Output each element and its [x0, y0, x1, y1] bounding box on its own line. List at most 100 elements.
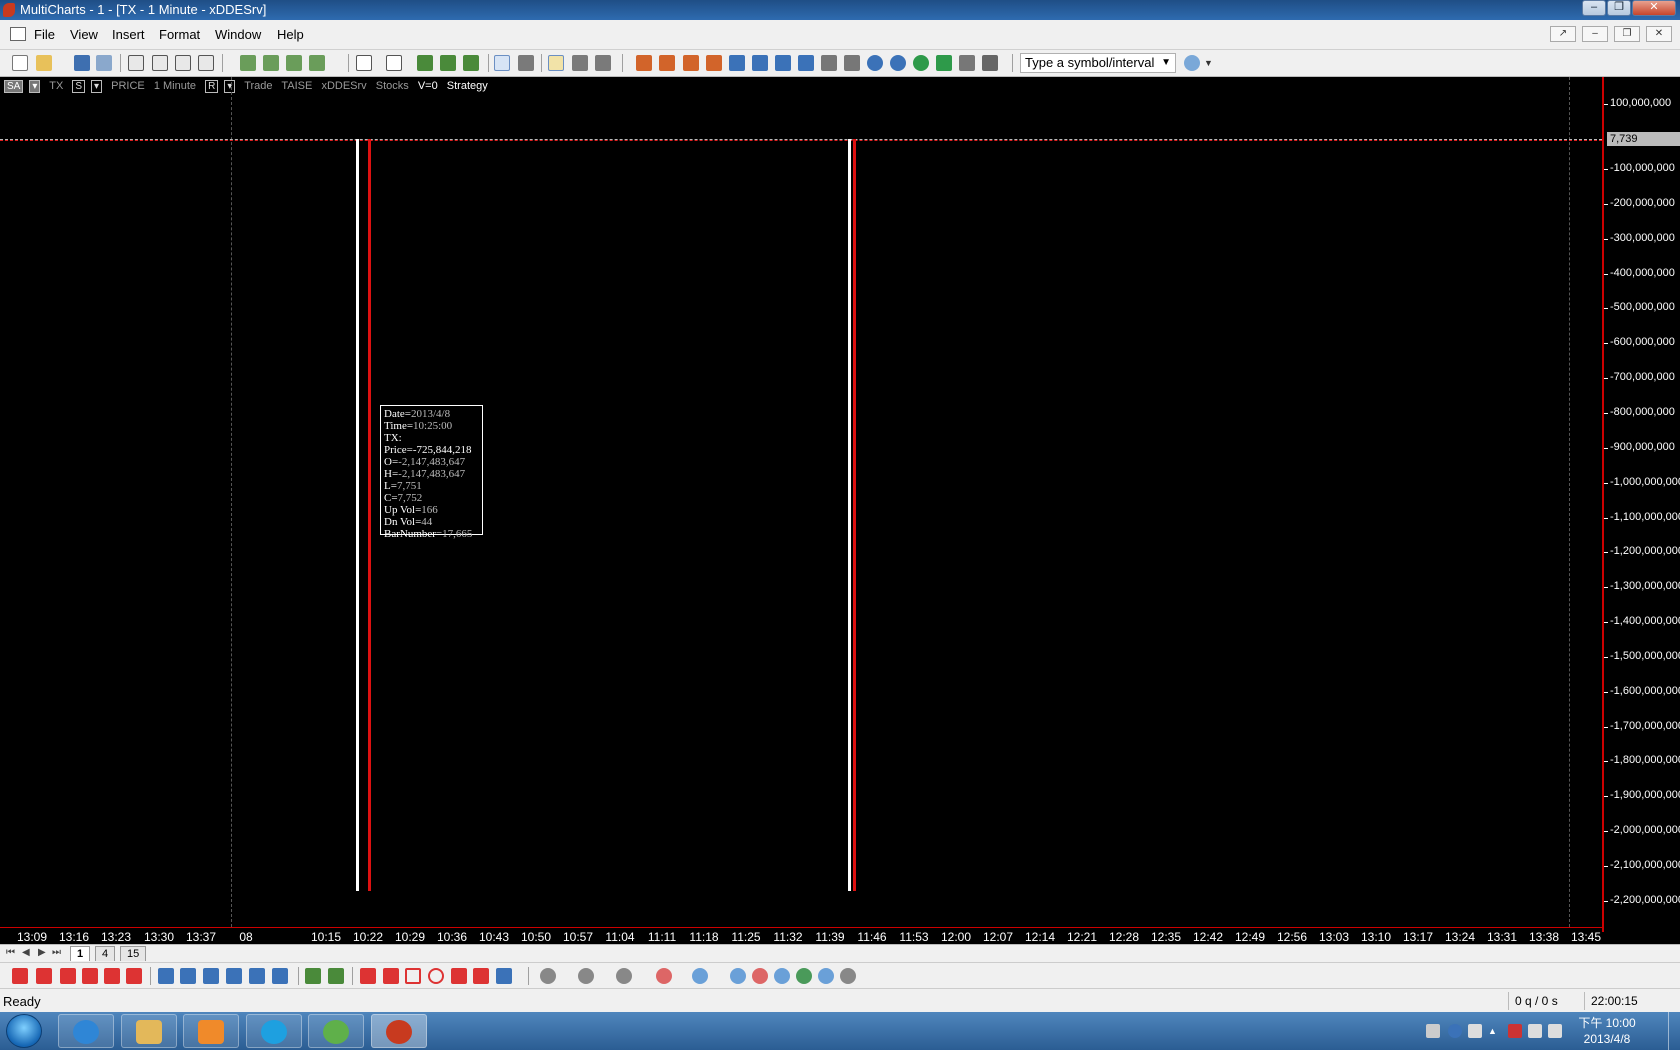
fibonacci-time-zones-icon[interactable] [249, 968, 265, 984]
yearly-icon[interactable] [840, 968, 856, 984]
taskbar-multicharts[interactable] [371, 1014, 427, 1048]
sa-dropdown[interactable]: ▾ [29, 80, 41, 93]
pointer-cursor-icon[interactable] [494, 55, 510, 71]
daily-icon[interactable] [752, 968, 768, 984]
time-axis[interactable]: 13:09 13:16 13:23 13:30 13:37 08 10:15 10:22 10:… [0, 927, 1602, 944]
cycle-lines-icon[interactable] [272, 968, 288, 984]
new-chart-window-icon[interactable] [128, 55, 144, 71]
s-dropdown[interactable]: ▾ [91, 80, 103, 93]
trendline-icon[interactable] [12, 968, 28, 984]
taskbar-ie[interactable] [58, 1014, 114, 1048]
grid-icon[interactable] [328, 968, 344, 984]
show-desktop-button[interactable] [1668, 1012, 1680, 1050]
new-portfolio-icon[interactable] [198, 55, 214, 71]
menu-help[interactable]: Help [277, 27, 304, 42]
open-folder-icon[interactable] [36, 55, 52, 71]
visibility-icon[interactable] [982, 55, 998, 71]
scroll-left-icon[interactable] [775, 55, 791, 71]
mdi-close-button[interactable]: ✕ [1646, 26, 1672, 42]
keyboard-icon[interactable] [1426, 1024, 1440, 1038]
scroll-right-icon[interactable] [798, 55, 814, 71]
go-to-start-icon[interactable] [636, 55, 652, 71]
gann-fan-icon[interactable] [226, 968, 242, 984]
ellipse-icon[interactable] [428, 968, 444, 984]
regression-channel-icon[interactable] [104, 968, 120, 984]
move-chart-icon[interactable] [821, 55, 837, 71]
zoom-out-icon[interactable] [890, 55, 906, 71]
chevron-down-icon[interactable]: ▼ [1161, 54, 1171, 72]
data-window-icon[interactable] [356, 55, 372, 71]
rectangle-icon[interactable] [405, 968, 421, 984]
symbol-interval-input[interactable]: Type a symbol/interval ▼ [1020, 53, 1176, 73]
r-dropdown[interactable]: ▾ [224, 80, 236, 93]
expand-vertical-icon[interactable] [706, 55, 722, 71]
new-dom-window-icon[interactable] [175, 55, 191, 71]
fibonacci-fan-icon[interactable] [180, 968, 196, 984]
refresh-icon[interactable] [913, 55, 929, 71]
minutes-icon[interactable] [692, 968, 708, 984]
taskbar-messenger[interactable] [308, 1014, 364, 1048]
tab-1[interactable]: 1 [70, 946, 91, 961]
parallel-channel-icon[interactable] [82, 968, 98, 984]
save-icon[interactable] [74, 55, 90, 71]
tab-4[interactable]: 4 [95, 946, 116, 961]
document-icon[interactable] [10, 27, 26, 41]
taskbar-clock[interactable]: 下午 10:00 2013/4/8 [1572, 1015, 1642, 1047]
bar-chart-icon[interactable] [417, 55, 433, 71]
menu-view[interactable]: View [70, 27, 98, 42]
taskbar-explorer[interactable] [121, 1014, 177, 1048]
zoom-in-icon[interactable] [867, 55, 883, 71]
hourglass-icon[interactable] [683, 55, 699, 71]
quarterly-icon[interactable] [818, 968, 834, 984]
menu-insert[interactable]: Insert [112, 27, 145, 42]
insert-study-icon[interactable] [240, 55, 256, 71]
vertical-line-icon[interactable] [60, 968, 76, 984]
last-tab-icon[interactable]: ⏭ [52, 947, 61, 958]
menu-file[interactable]: File [34, 27, 55, 42]
chart-area[interactable]: SA ▾ TX S ▾ PRICE 1 Minute R ▾ Trade TAISE … [0, 77, 1680, 944]
compress-bars-icon[interactable] [659, 55, 675, 71]
arrow-down-icon[interactable] [473, 968, 489, 984]
status-line-icon[interactable] [386, 55, 402, 71]
action-center-icon[interactable] [1508, 1024, 1522, 1038]
tooltip-icon[interactable] [548, 55, 564, 71]
taskbar-media-player[interactable] [183, 1014, 239, 1048]
clock-dropdown-chevron-icon[interactable]: ▼ [1204, 55, 1220, 71]
start-button[interactable] [6, 1014, 42, 1048]
mdi-minimize-button[interactable]: – [1582, 26, 1608, 42]
volume-icon[interactable] [578, 968, 594, 984]
menu-window[interactable]: Window [215, 27, 261, 42]
new-scanner-window-icon[interactable] [152, 55, 168, 71]
next-tab-icon[interactable]: ▶ [38, 947, 46, 958]
seconds-icon[interactable] [656, 968, 672, 984]
menu-format[interactable]: Format [159, 27, 200, 42]
settings-gear-icon[interactable] [959, 55, 975, 71]
price-bar[interactable] [853, 139, 856, 891]
monthly-icon[interactable] [796, 968, 812, 984]
prev-tab-icon[interactable]: ◀ [22, 947, 30, 958]
hours-icon[interactable] [730, 968, 746, 984]
text-tool-icon[interactable] [383, 968, 399, 984]
network-icon[interactable] [1528, 1024, 1542, 1038]
volume-speaker-icon[interactable] [1548, 1024, 1562, 1038]
close-button[interactable]: ✕ [1632, 0, 1676, 16]
price-bar[interactable] [356, 139, 359, 891]
arrow-up-icon[interactable] [496, 968, 512, 984]
restore-button[interactable]: ❐ [1607, 0, 1631, 16]
auto-trading-check-icon[interactable] [463, 55, 479, 71]
crosshair-icon[interactable] [518, 55, 534, 71]
price-bar[interactable] [368, 139, 371, 891]
new-workspace-icon[interactable] [12, 55, 28, 71]
note-icon[interactable] [360, 968, 376, 984]
insert-indicator-icon[interactable] [263, 55, 279, 71]
andrews-pitchfork-icon[interactable] [126, 968, 142, 984]
s-box[interactable]: S [72, 80, 86, 93]
r-box[interactable]: R [205, 80, 219, 93]
pencil-icon[interactable] [305, 968, 321, 984]
tab-15[interactable]: 15 [120, 946, 147, 961]
insert-signal-icon[interactable] [286, 55, 302, 71]
sa-box[interactable]: SA [4, 80, 24, 93]
help-icon[interactable] [1448, 1024, 1462, 1038]
pan-icon[interactable] [844, 55, 860, 71]
language-icon[interactable] [1468, 1024, 1482, 1038]
